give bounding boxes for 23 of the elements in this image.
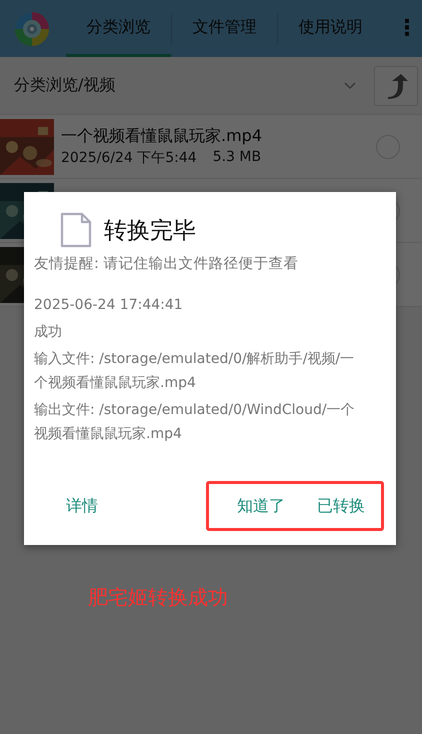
result-text: 输出文件: /storage/emulated/0/WindCloud/一个视频看懂鼠鼠玩家.mp4 [34, 401, 356, 444]
file-date: 2025/6/24 下午5:44 [61, 149, 197, 167]
result-text: 成功 [34, 323, 63, 342]
dialog-button[interactable]: 详情 [56, 488, 108, 524]
dialog-button[interactable]: 知道了 [227, 488, 295, 524]
document-icon [60, 212, 92, 248]
file-name: 一个视频看懂鼠鼠玩家.mp4 [61, 126, 264, 147]
tab[interactable]: 分类浏览 [66, 0, 171, 57]
path-dropdown[interactable]: 分类浏览/视频 [14, 75, 344, 96]
file-size: 5.3 MB [212, 149, 262, 167]
file-row[interactable]: 一个视频看懂鼠鼠玩家.mp4 2025/6/24 下午5:44 5.3 MB [0, 115, 422, 179]
annotation-caption: 肥宅姬转换成功 [88, 584, 228, 611]
caret-icon[interactable] [344, 82, 356, 90]
tab[interactable]: 文件管理 [172, 0, 277, 57]
dialog-title: 转换完毕 [104, 216, 196, 246]
up-button[interactable] [374, 66, 418, 106]
hint-text: 友情提醒: 请记住输出文件路径便于查看 [34, 255, 300, 273]
result-text: 输入文件: /storage/emulated/0/解析助手/视频/一个视频看懂鼠鼠玩家.mp4 [34, 350, 356, 393]
tab[interactable]: 使用说明 [278, 0, 383, 57]
result-text: 2025-06-24 17:44:41 [34, 296, 184, 315]
app-logo-icon [14, 10, 50, 46]
dialog-button[interactable]: 已转换 [307, 488, 375, 524]
menu-button[interactable]: ⋮ [392, 16, 422, 41]
